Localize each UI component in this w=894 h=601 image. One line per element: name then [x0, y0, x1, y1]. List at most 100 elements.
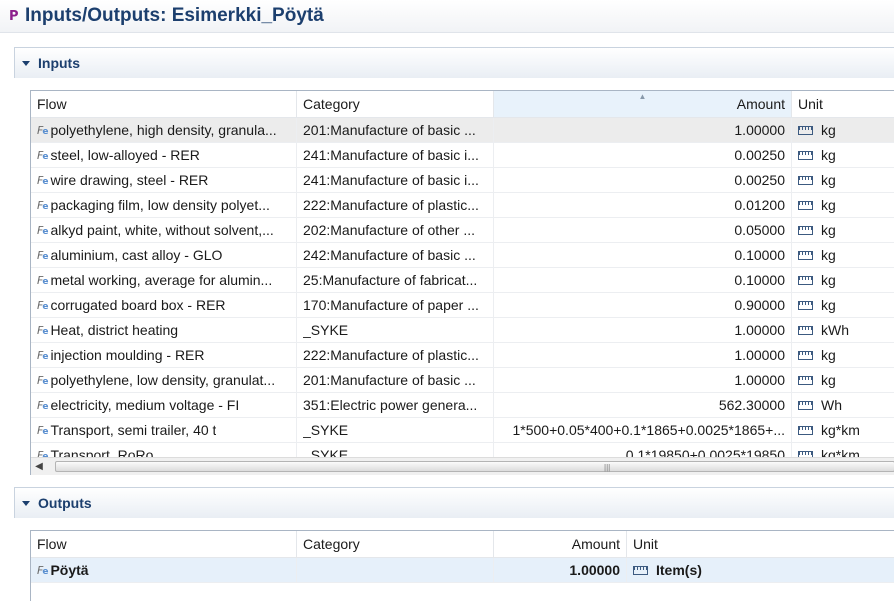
table-row[interactable]: Fe metal working, average for alumin... 25…: [31, 268, 894, 293]
category-cell[interactable]: 222:Manufacture of plastic...: [297, 193, 494, 217]
category-text: 241:Manufacture of basic i...: [303, 172, 479, 188]
table-row[interactable]: Fe injection moulding - RER 222:Manufactur…: [31, 343, 894, 368]
amount-cell[interactable]: 0.01200: [494, 193, 792, 217]
outputs-table[interactable]: Flow Category Amount Unit Fe Pöytä 1.00000…: [30, 530, 894, 601]
unit-cell[interactable]: kg: [792, 243, 894, 267]
unit-cell[interactable]: Item(s): [627, 558, 894, 582]
amount-cell[interactable]: 1.00000: [494, 343, 792, 367]
amount-cell[interactable]: 0.00250: [494, 168, 792, 192]
amount-cell[interactable]: 562.30000: [494, 393, 792, 417]
table-row[interactable]: Fe polyethylene, low density, granulat...…: [31, 368, 894, 393]
amount-cell[interactable]: 1.00000: [494, 558, 627, 582]
amount-cell[interactable]: 1.00000: [494, 118, 792, 142]
unit-value: kg*km: [821, 422, 860, 438]
inputs-table[interactable]: Flow Category ▲ Amount Unit Fe polyethyle…: [30, 90, 894, 475]
amount-cell[interactable]: 0.00250: [494, 143, 792, 167]
category-cell[interactable]: 170:Manufacture of paper ...: [297, 293, 494, 317]
amount-value: 0.90000: [734, 297, 785, 313]
flow-cell[interactable]: Fe corrugated board box - RER: [31, 293, 297, 317]
table-row[interactable]: Fe Transport, semi trailer, 40 t _SYKE 1*50…: [31, 418, 894, 443]
table-row[interactable]: Fe corrugated board box - RER 170:Manufact…: [31, 293, 894, 318]
unit-cell[interactable]: kg: [792, 168, 894, 192]
unit-value: kg: [821, 197, 836, 213]
table-row[interactable]: Fe Heat, district heating _SYKE 1.00000 kWh: [31, 318, 894, 343]
category-cell[interactable]: _SYKE: [297, 318, 494, 342]
unit-cell[interactable]: kWh: [792, 318, 894, 342]
amount-value: 1*500+0.05*400+0.1*1865+0.0025*1865+...: [512, 422, 786, 438]
unit-cell[interactable]: kg: [792, 118, 894, 142]
table-row[interactable]: Fe packaging film, low density polyet... 2…: [31, 193, 894, 218]
category-cell[interactable]: 222:Manufacture of plastic...: [297, 343, 494, 367]
outputs-section-header[interactable]: Outputs: [14, 487, 894, 518]
flow-cell[interactable]: Fe polyethylene, low density, granulat...: [31, 368, 297, 392]
column-header-category[interactable]: Category: [297, 531, 494, 557]
flow-cell[interactable]: Fe injection moulding - RER: [31, 343, 297, 367]
inputs-section-header[interactable]: Inputs: [14, 47, 894, 78]
category-cell[interactable]: 241:Manufacture of basic i...: [297, 143, 494, 167]
amount-cell[interactable]: 1.00000: [494, 318, 792, 342]
column-header-category[interactable]: Category: [297, 91, 494, 117]
column-header-amount[interactable]: Amount: [494, 531, 627, 557]
collapse-arrow-icon[interactable]: [22, 60, 30, 66]
amount-cell[interactable]: 1*500+0.05*400+0.1*1865+0.0025*1865+...: [494, 418, 792, 442]
ruler-icon: [798, 225, 813, 235]
grip-icon: |||: [604, 463, 611, 472]
horizontal-scrollbar[interactable]: ◀ |||: [31, 457, 894, 475]
column-header-unit[interactable]: Unit: [627, 531, 894, 557]
unit-cell[interactable]: kg: [792, 368, 894, 392]
unit-cell[interactable]: kg: [792, 143, 894, 167]
flow-cell[interactable]: Fe Heat, district heating: [31, 318, 297, 342]
category-cell[interactable]: 201:Manufacture of basic ...: [297, 118, 494, 142]
scroll-left-icon[interactable]: ◀: [31, 461, 47, 472]
unit-cell[interactable]: kg*km: [792, 418, 894, 442]
amount-cell[interactable]: 0.90000: [494, 293, 792, 317]
table-row[interactable]: Fe electricity, medium voltage - FI 351:El…: [31, 393, 894, 418]
category-cell[interactable]: 241:Manufacture of basic i...: [297, 168, 494, 192]
flow-cell[interactable]: Fe steel, low-alloyed - RER: [31, 143, 297, 167]
column-header-flow[interactable]: Flow: [31, 531, 297, 557]
flow-cell[interactable]: Fe aluminium, cast alloy - GLO: [31, 243, 297, 267]
ruler-icon: [798, 400, 813, 410]
flow-name: steel, low-alloyed - RER: [50, 147, 200, 163]
category-cell[interactable]: 202:Manufacture of other ...: [297, 218, 494, 242]
category-cell[interactable]: 25:Manufacture of fabricat...: [297, 268, 494, 292]
amount-cell[interactable]: 1.00000: [494, 368, 792, 392]
flow-cell[interactable]: Fe metal working, average for alumin...: [31, 268, 297, 292]
category-cell[interactable]: [297, 558, 494, 582]
column-header-flow[interactable]: Flow: [31, 91, 297, 117]
flow-cell[interactable]: Fe Pöytä: [31, 558, 297, 582]
table-row[interactable]: Fe steel, low-alloyed - RER 241:Manufactur…: [31, 143, 894, 168]
ruler-icon: [798, 325, 813, 335]
table-row[interactable]: Fe polyethylene, high density, granula...…: [31, 118, 894, 143]
category-cell[interactable]: _SYKE: [297, 418, 494, 442]
table-row[interactable]: Fe Pöytä 1.00000 Item(s): [31, 558, 894, 583]
category-text: 351:Electric power genera...: [303, 397, 478, 413]
amount-cell[interactable]: 0.10000: [494, 243, 792, 267]
table-row[interactable]: Fe aluminium, cast alloy - GLO 242:Manufac…: [31, 243, 894, 268]
scrollbar-thumb[interactable]: |||: [55, 461, 894, 472]
flow-cell[interactable]: Fe wire drawing, steel - RER: [31, 168, 297, 192]
unit-cell[interactable]: Wh: [792, 393, 894, 417]
collapse-arrow-icon[interactable]: [22, 500, 30, 506]
column-header-unit[interactable]: Unit: [792, 91, 894, 117]
unit-cell[interactable]: kg: [792, 193, 894, 217]
category-cell[interactable]: 201:Manufacture of basic ...: [297, 368, 494, 392]
flow-cell[interactable]: Fe Transport, semi trailer, 40 t: [31, 418, 297, 442]
unit-cell[interactable]: kg: [792, 218, 894, 242]
sort-ascending-icon: ▲: [638, 92, 647, 101]
category-cell[interactable]: 242:Manufacture of basic ...: [297, 243, 494, 267]
unit-cell[interactable]: kg: [792, 343, 894, 367]
flow-cell[interactable]: Fe packaging film, low density polyet...: [31, 193, 297, 217]
unit-cell[interactable]: kg: [792, 268, 894, 292]
ruler-icon: [798, 350, 813, 360]
flow-cell[interactable]: Fe electricity, medium voltage - FI: [31, 393, 297, 417]
flow-cell[interactable]: Fe polyethylene, high density, granula...: [31, 118, 297, 142]
table-row[interactable]: Fe alkyd paint, white, without solvent,..…: [31, 218, 894, 243]
amount-cell[interactable]: 0.10000: [494, 268, 792, 292]
amount-cell[interactable]: 0.05000: [494, 218, 792, 242]
table-row[interactable]: Fe wire drawing, steel - RER 241:Manufactu…: [31, 168, 894, 193]
unit-cell[interactable]: kg: [792, 293, 894, 317]
category-cell[interactable]: 351:Electric power genera...: [297, 393, 494, 417]
flow-cell[interactable]: Fe alkyd paint, white, without solvent,..…: [31, 218, 297, 242]
column-header-amount[interactable]: ▲ Amount: [494, 91, 792, 117]
